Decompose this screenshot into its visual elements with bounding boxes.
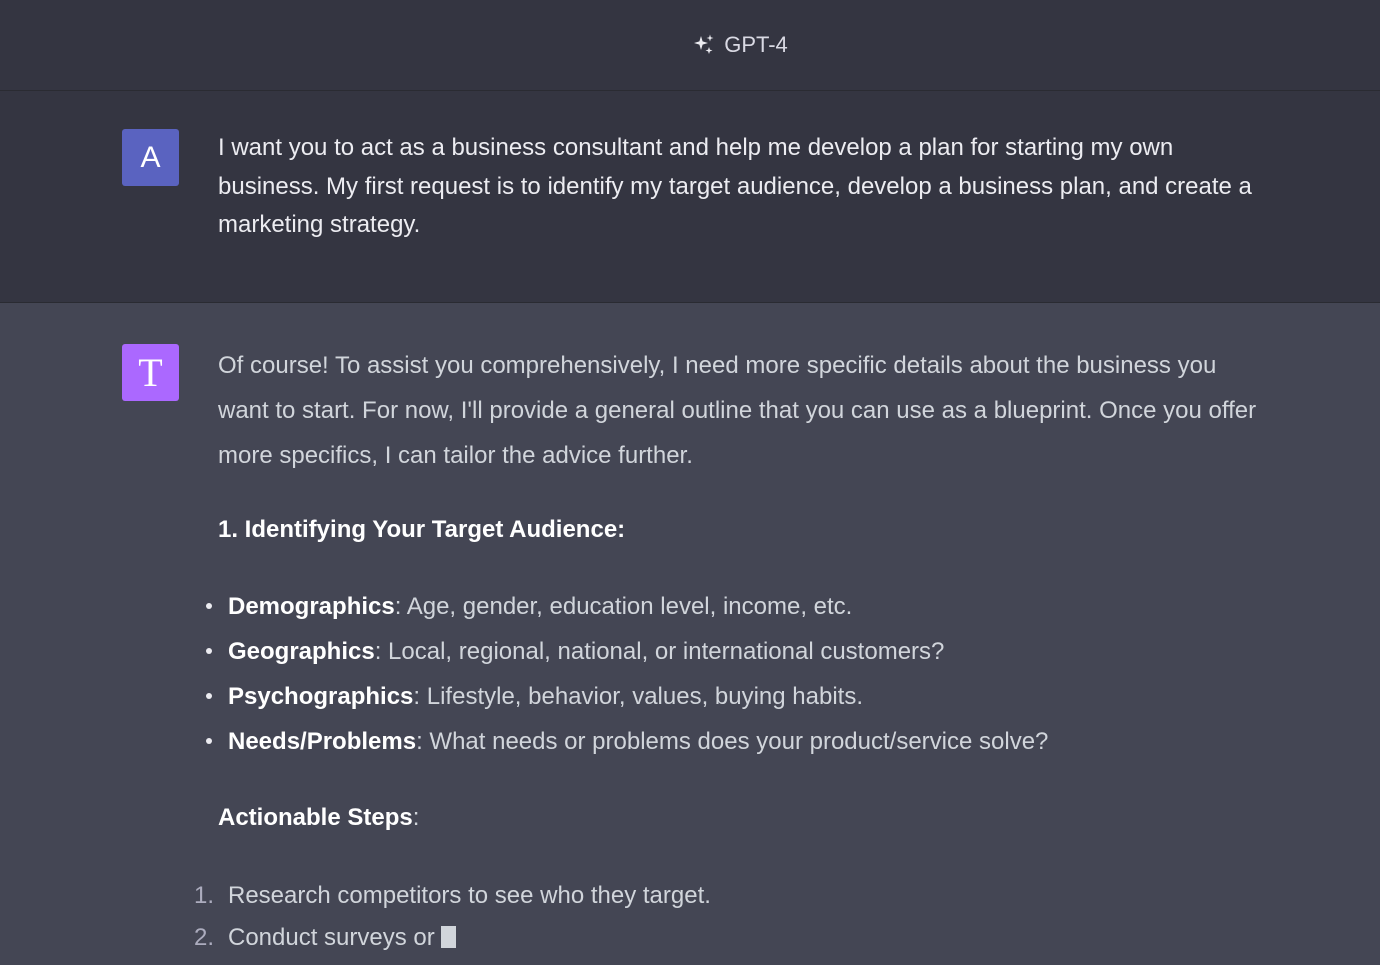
list-item: Demographics: Age, gender, education lev… [206,592,1048,637]
step-number: 2. [194,924,215,951]
bullet-desc: : Age, gender, education level, income, … [394,593,853,620]
model-name: GPT-4 [724,32,788,57]
audience-bullet-list: Demographics: Age, gender, education lev… [206,592,1049,772]
assistant-avatar: T [122,344,179,401]
sparkles-icon [692,33,716,57]
top-bar: GPT-4 [0,0,1380,91]
bullet-desc: : Local, regional, national, or internat… [374,638,945,665]
actionable-steps-heading: Actionable Steps: [218,803,419,833]
model-selector[interactable]: GPT-4 [692,32,788,58]
subheading-suffix: : [412,804,420,831]
bullet-desc: : Lifestyle, behavior, values, buying ha… [413,683,864,710]
bullet-icon [206,738,212,744]
bullet-icon [206,648,212,654]
list-item: 2. Conduct surveys or [194,923,711,965]
assistant-message: T Of course! To assist you comprehensive… [0,303,1380,951]
list-item: Psychographics: Lifestyle, behavior, val… [206,682,1048,727]
bullet-icon [206,693,212,699]
list-item: Needs/Problems: What needs or problems d… [206,727,1049,772]
bullet-desc: : What needs or problems does your produ… [416,728,1049,755]
bullet-term: Needs/Problems [228,728,417,755]
bullet-term: Demographics [228,593,395,620]
step-text: Conduct surveys or [228,924,435,951]
step-text: Research competitors to see who they tar… [228,882,711,909]
step-number: 1. [194,882,215,909]
subheading-text: Actionable Steps [218,804,413,831]
user-message: A I want you to act as a business consul… [0,91,1380,303]
streaming-cursor [440,926,456,948]
bullet-term: Geographics [228,638,375,665]
list-item: 1. Research competitors to see who they t… [194,881,711,923]
bullet-term: Psychographics [228,683,414,710]
section-heading: 1. Identifying Your Target Audience: [218,516,626,543]
assistant-message-body: Of course! To assist you comprehensively… [194,343,1268,951]
bullet-icon [206,603,212,609]
user-message-text: I want you to act as a business consulta… [218,134,1252,238]
list-item: Geographics: Local, regional, national, … [206,637,1048,682]
assistant-intro: Of course! To assist you comprehensively… [218,352,1257,469]
steps-list: 1. Research competitors to see who they t… [194,881,711,965]
user-avatar: A [122,129,179,186]
